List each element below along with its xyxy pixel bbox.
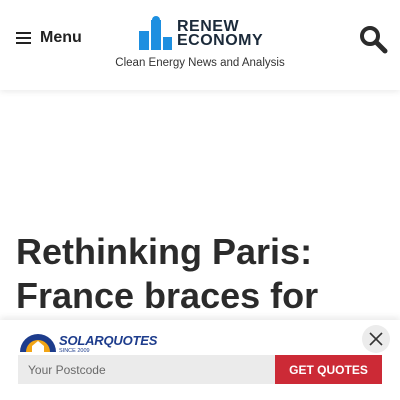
search-button[interactable] [358, 24, 388, 54]
logo-line-economy: ECONOMY [177, 32, 264, 49]
postcode-input[interactable] [18, 355, 275, 384]
solarquotes-logo[interactable]: SOLARQUOTES SINCE 2009 [18, 326, 157, 354]
solarquotes-brand: SOLARQUOTES [59, 333, 158, 348]
get-quotes-button[interactable]: GET QUOTES [275, 355, 382, 384]
search-icon [360, 26, 388, 54]
site-header: Menu RENEW ECONOMY Clean Energy News and… [0, 0, 400, 90]
close-icon [369, 332, 383, 346]
menu-button[interactable]: Menu [16, 26, 82, 50]
menu-icon [16, 32, 31, 44]
solarquotes-since: SINCE 2009 [59, 348, 90, 354]
close-ad-button[interactable] [362, 325, 390, 353]
renew-economy-logo[interactable]: RENEW ECONOMY [139, 16, 264, 52]
menu-label: Menu [40, 29, 82, 46]
headline-line-1: Rethinking Paris: [16, 231, 313, 272]
site-tagline: Clean Energy News and Analysis [115, 57, 285, 69]
logo-wordmark: RENEW ECONOMY [177, 19, 264, 49]
article-headline: Rethinking Paris: France braces for [16, 230, 386, 318]
solar-house-icon [20, 334, 56, 352]
logo-mark-icon [139, 16, 172, 50]
headline-line-2: France braces for [16, 275, 319, 316]
